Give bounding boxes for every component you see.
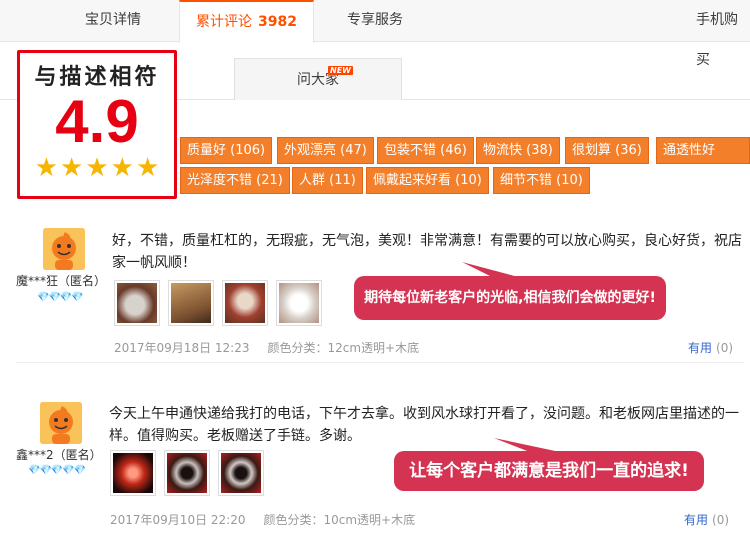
- review-tag[interactable]: 光泽度不错 (21): [180, 167, 290, 194]
- reviewer-name: 魔***狂（匿名）: [16, 274, 107, 288]
- useful-count: (0): [712, 513, 730, 527]
- review-tag[interactable]: 物流快 (38): [476, 137, 560, 164]
- star-icon: ★: [34, 153, 59, 183]
- review-meta: 2017年09月18日 12:23 颜色分类：12cm透明+木底: [114, 339, 437, 356]
- review-text: 今天上午申通快递给我打的电话，下午才去拿。收到风水球打开看了，没问题。和老板网店…: [109, 406, 739, 444]
- bubble-pointer-icon: [462, 262, 522, 282]
- tab-reviews-label: 累计评论: [196, 14, 252, 30]
- review-date: 2017年09月10日 22:20: [110, 513, 246, 527]
- star-icon: ★: [110, 153, 134, 183]
- useful-button[interactable]: 有用: [684, 513, 708, 527]
- review-photo[interactable]: [218, 450, 264, 496]
- bubble-pointer-icon: [494, 438, 560, 456]
- star-icon: ★: [85, 153, 109, 183]
- useful-button[interactable]: 有用: [688, 341, 712, 355]
- star-icon: ★: [135, 153, 160, 183]
- avatar-mascot-icon: [43, 228, 85, 270]
- reviewer-name: 鑫***2（匿名）: [16, 448, 102, 462]
- star-icon: ★: [60, 153, 84, 183]
- seller-promo-bubble: 让每个客户都满意是我们一直的追求!: [394, 451, 704, 491]
- new-badge: NEW: [328, 66, 353, 75]
- rating-score: 4.9: [55, 88, 139, 155]
- review-tag[interactable]: 质量好 (106): [180, 137, 273, 164]
- useful-control: 有用 (0): [688, 339, 733, 356]
- rating-summary-box: 与描述相符 4.9 ★ ★ ★ ★ ★: [17, 50, 177, 199]
- tab-ask-everyone[interactable]: 问大家 NEW: [234, 58, 402, 100]
- main-tab-bar: 宝贝详情 累计评论 3982 专享服务 手机购买: [0, 0, 750, 68]
- review-tag[interactable]: 佩戴起来好看 (10): [366, 167, 489, 194]
- tab-mobile-buy[interactable]: 手机购买: [696, 0, 750, 68]
- review-tag[interactable]: 人群 (11): [292, 167, 363, 194]
- reviewer-level-gems-icon: 💎💎💎💎: [37, 292, 84, 303]
- review-tag[interactable]: 包装不错 (46): [377, 137, 474, 164]
- review-photo[interactable]: [276, 280, 322, 326]
- review-text: 好，不错，质量杠杠的，无瑕疵，无气泡，美观！非常满意！有需要的可以放心购买，良心…: [112, 233, 742, 271]
- review-photo[interactable]: [222, 280, 268, 326]
- review-tag[interactable]: 很划算 (36): [565, 137, 649, 164]
- review-sku: 颜色分类：12cm透明+木底: [267, 341, 420, 355]
- review-tag[interactable]: 外观漂亮 (47): [277, 137, 374, 164]
- rating-title: 与描述相符: [34, 65, 160, 90]
- review-meta: 2017年09月10日 22:20 颜色分类：10cm透明+木底: [110, 511, 433, 528]
- review-photo[interactable]: [164, 450, 210, 496]
- review-photo[interactable]: [110, 450, 156, 496]
- useful-control: 有用 (0): [684, 511, 729, 528]
- reviewer-level-gems-icon: 💎💎💎💎💎: [28, 465, 86, 476]
- tab-reviews[interactable]: 累计评论 3982: [179, 0, 314, 43]
- tab-product-detail[interactable]: 宝贝详情: [85, 0, 141, 42]
- review-count: 3982: [258, 14, 297, 30]
- review-photo[interactable]: [168, 280, 214, 326]
- review-divider: [16, 362, 744, 363]
- avatar: [43, 228, 85, 270]
- review-tag[interactable]: 细节不错 (10): [493, 167, 590, 194]
- avatar: [40, 402, 82, 444]
- rating-stars: ★ ★ ★ ★ ★: [20, 155, 174, 181]
- useful-count: (0): [716, 341, 734, 355]
- review-date: 2017年09月18日 12:23: [114, 341, 250, 355]
- review-sku: 颜色分类：10cm透明+木底: [263, 513, 416, 527]
- review-tag[interactable]: 通透性好 (35): [656, 137, 750, 183]
- review-photo[interactable]: [114, 280, 160, 326]
- seller-promo-bubble: 期待每位新老客户的光临,相信我们会做的更好!: [354, 276, 666, 320]
- avatar-mascot-icon: [40, 402, 82, 444]
- tab-exclusive-service[interactable]: 专享服务: [347, 0, 403, 42]
